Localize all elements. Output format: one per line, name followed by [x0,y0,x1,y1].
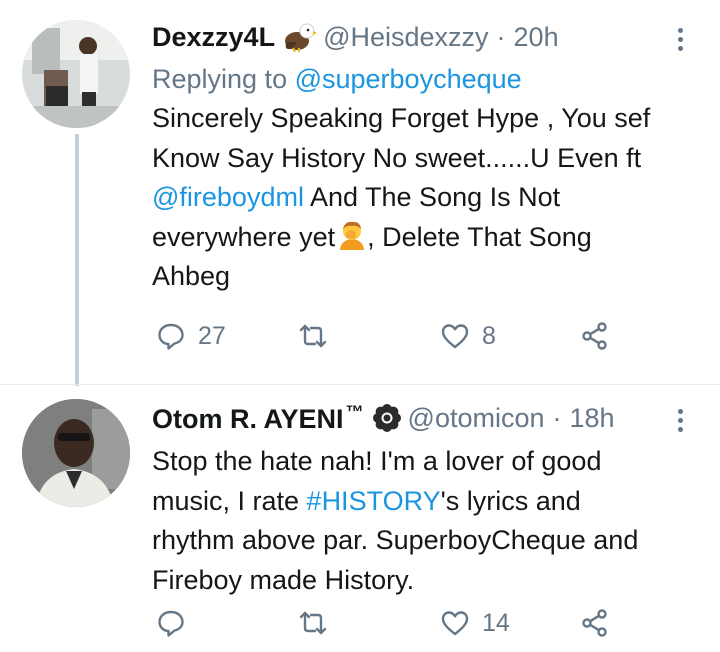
tweet-text-line: Stop the hate nah! I'm a lover of good [152,446,602,476]
retweet-button[interactable] [298,603,328,643]
replying-to-prefix: Replying to [152,64,295,94]
separator: · [552,402,562,433]
handle[interactable]: @otomicon [408,403,545,434]
timestamp[interactable]: 20h [514,22,559,53]
thread-line [75,134,79,386]
reply-count: 27 [198,321,226,350]
like-button[interactable]: 14 [440,603,510,643]
flower-icon [372,403,402,433]
replying-to: Replying to @superboycheque [152,60,690,98]
like-count: 8 [482,321,496,350]
reply-button[interactable]: 27 [156,316,226,356]
share-icon [580,608,610,638]
like-count: 14 [482,608,510,637]
tweet-text-segment: And The Song Is Not [303,182,561,212]
display-name[interactable]: Otom R. AYENI ™ [152,402,364,435]
tweet-text-line: music, I rate #HISTORY's lyrics and [152,482,690,522]
tweet-text-line: @fireboydml And The Song Is Not [152,178,690,218]
more-options-icon[interactable] [670,24,690,56]
retweet-icon [298,608,328,638]
person-facepalming-icon [337,220,367,250]
avatar[interactable] [22,399,130,507]
more-options-icon[interactable] [670,405,690,437]
tweet-text-line: Fireboy made History. [152,564,415,595]
retweet-button[interactable] [298,316,328,356]
tweet-text-segment: music, I rate [152,485,307,516]
tweet-text-segment: everywhere yet [152,221,336,252]
tweet-text-line: everywhere yet , Delete That Song [152,218,690,258]
tweet-header: Dexzzy4L @Heisdexzzy · 20h [152,14,690,60]
share-icon [580,321,610,351]
like-button[interactable]: 8 [440,316,496,356]
action-bar: 27 8 [152,316,622,356]
separator: · [496,21,506,52]
display-name-text: Otom R. AYENI [152,403,344,434]
tweet-text-line: Know Say History No sweet......U Even ft [152,142,642,173]
tweet[interactable]: Otom R. AYENI ™ @otomicon · 18h Stop the… [0,385,720,652]
eagle-icon [283,22,318,52]
share-button[interactable] [580,316,610,356]
heart-icon [440,608,470,638]
tweet[interactable]: Dexzzy4L @Heisdexzzy · 20h Replying to @… [0,0,720,386]
reply-icon [156,608,186,638]
tweet-header: Otom R. AYENI ™ @otomicon · 18h [152,395,690,441]
reply-icon [156,321,186,351]
action-bar: 14 [152,603,622,643]
hashtag-link[interactable]: #HISTORY [307,486,441,516]
retweet-icon [298,321,328,351]
handle[interactable]: @Heisdexzzy [323,22,488,53]
timestamp[interactable]: 18h [570,403,615,434]
tweet-text-line: Ahbeg [152,261,231,291]
display-name[interactable]: Dexzzy4L [152,22,275,53]
tweet-text-line: Sincerely Speaking Forget Hype , You sef [152,103,651,133]
heart-icon [440,321,470,351]
avatar[interactable] [22,20,130,128]
tweet-text-segment: 's lyrics and [440,485,581,516]
mention-link[interactable]: @fireboydml [152,182,304,212]
tweet-text: Sincerely Speaking Forget Hype , You sef… [152,99,690,297]
trademark-symbol: ™ [345,401,364,422]
tweet-text-segment: , Delete That Song [367,221,592,252]
share-button[interactable] [580,603,610,643]
tweet-text: Stop the hate nah! I'm a lover of good m… [152,442,690,600]
reply-button[interactable] [156,603,186,643]
replying-to-mention[interactable]: @superboycheque [295,64,522,94]
tweet-text-line: rhythm above par. SuperboyCheque and [152,525,639,555]
